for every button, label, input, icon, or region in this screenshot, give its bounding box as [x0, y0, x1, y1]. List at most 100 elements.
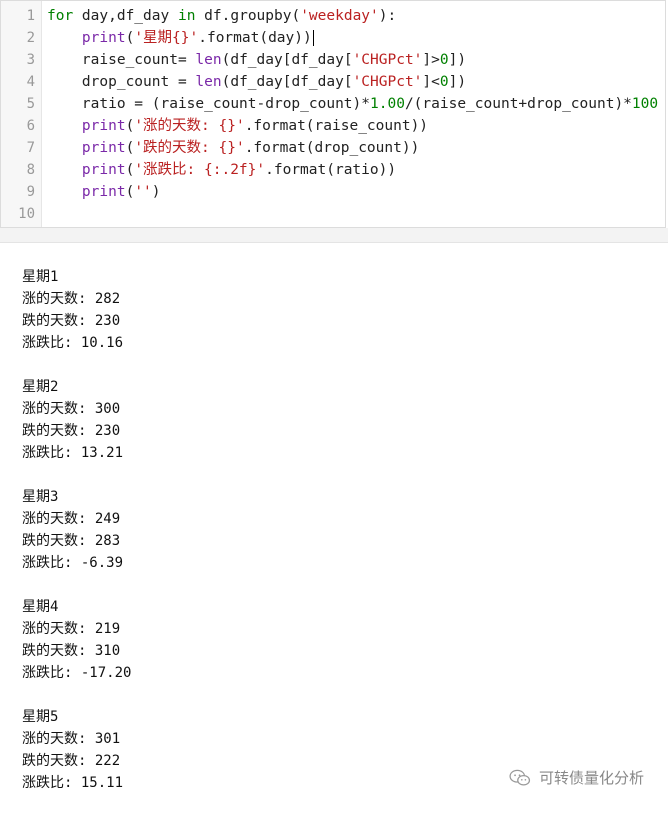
- code-line[interactable]: raise_count= len(df_day[df_day['CHGPct']…: [47, 49, 665, 71]
- watermark-text: 可转债量化分析: [538, 769, 644, 787]
- line-number: 10: [18, 206, 35, 222]
- code-token: for: [47, 8, 74, 24]
- code-line[interactable]: [47, 203, 665, 225]
- line-number: 4: [26, 74, 35, 90]
- code-token: (df_day[df_day[: [221, 74, 353, 90]
- line-number: 1: [26, 8, 35, 24]
- text-cursor: [312, 30, 314, 46]
- code-token: (: [125, 118, 135, 134]
- output-line: 涨的天数: 219: [22, 621, 121, 637]
- code-token: ]>: [422, 52, 440, 68]
- code-token: drop_count =: [47, 74, 196, 90]
- code-token: ]): [448, 52, 467, 68]
- code-token: 'CHGPct': [352, 52, 423, 68]
- code-token: 0: [439, 52, 449, 68]
- code-token: .format(raise_count)): [244, 118, 429, 134]
- code-token: (: [125, 30, 135, 46]
- output-line: 涨的天数: 249: [22, 511, 121, 527]
- code-token: print: [81, 162, 126, 178]
- output-line: 星期3: [22, 489, 59, 505]
- code-token: (: [125, 184, 135, 200]
- code-token: print: [81, 184, 126, 200]
- wechat-icon: [509, 769, 531, 786]
- code-token: 'CHGPct': [352, 74, 423, 90]
- line-number: 3: [26, 52, 35, 68]
- output-group: 星期1 涨的天数: 282 跌的天数: 230 涨跌比: 10.16: [22, 266, 658, 354]
- code-token: ]): [448, 74, 467, 90]
- code-token: /(raise_count+drop_count)*: [404, 96, 632, 112]
- code-token: '涨的天数: {}': [134, 118, 245, 134]
- code-line[interactable]: ratio = (raise_count-drop_count)*1.00/(r…: [47, 93, 665, 115]
- line-number: 8: [26, 162, 35, 178]
- output-line: 星期1: [22, 269, 59, 285]
- output-line: 涨跌比: -17.20: [22, 665, 132, 681]
- output-line: 跌的天数: 230: [22, 423, 121, 439]
- code-token: (: [125, 162, 135, 178]
- code-token: 0: [439, 74, 449, 90]
- output-line: 涨跌比: -6.39: [22, 555, 124, 571]
- cell-output: 星期1 涨的天数: 282 跌的天数: 230 涨跌比: 10.16 星期2 涨的天数: …: [22, 266, 658, 816]
- code-token: (df_day[df_day[: [221, 52, 353, 68]
- code-token: df.groupby(: [195, 8, 301, 24]
- output-line: 跌的天数: 310: [22, 643, 121, 659]
- output-line: 星期5: [22, 709, 59, 725]
- code-line[interactable]: print(''): [47, 181, 665, 203]
- code-token: day,df_day: [73, 8, 178, 24]
- line-number: 2: [26, 30, 35, 46]
- code-token: (: [125, 140, 135, 156]
- code-token: ): [151, 184, 161, 200]
- output-line: 涨的天数: 301: [22, 731, 121, 747]
- output-group: 星期4 涨的天数: 219 跌的天数: 310 涨跌比: -17.20: [22, 596, 658, 684]
- code-area[interactable]: for day,df_day in df.groupby('weekday'):…: [47, 5, 665, 225]
- code-line[interactable]: print('涨的天数: {}'.format(raise_count)): [47, 115, 665, 137]
- code-line[interactable]: print('跌的天数: {}'.format(drop_count)): [47, 137, 665, 159]
- line-number-gutter: 1 2 3 4 5 6 7 8 9 10: [1, 1, 42, 227]
- code-token: len: [195, 74, 222, 90]
- code-token: print: [81, 30, 126, 46]
- output-line: 涨跌比: 10.16: [22, 335, 124, 351]
- output-line: 星期2: [22, 379, 59, 395]
- code-token: .format(day)): [198, 30, 312, 46]
- code-line[interactable]: for day,df_day in df.groupby('weekday'):: [47, 5, 665, 27]
- code-token: ]<: [422, 74, 440, 90]
- code-token: '星期{}': [134, 30, 199, 46]
- output-group: 星期2 涨的天数: 300 跌的天数: 230 涨跌比: 13.21: [22, 376, 658, 464]
- line-number: 5: [26, 96, 35, 112]
- watermark: 可转债量化分析: [509, 767, 644, 788]
- code-editor[interactable]: 1 2 3 4 5 6 7 8 9 10 for day,df_day in df.groupby…: [0, 0, 666, 228]
- output-line: 涨跌比: 13.21: [22, 445, 124, 461]
- output-line: 星期4: [22, 599, 59, 615]
- output-group: 星期3 涨的天数: 249 跌的天数: 283 涨跌比: -6.39: [22, 486, 658, 574]
- code-line[interactable]: print('涨跌比: {:.2f}'.format(ratio)): [47, 159, 665, 181]
- code-token: 1.00: [370, 96, 405, 112]
- code-token: raise_count=: [47, 52, 196, 68]
- code-token: '跌的天数: {}': [134, 140, 245, 156]
- output-line: 跌的天数: 230: [22, 313, 121, 329]
- code-token: 'weekday': [300, 8, 379, 24]
- output-divider: [0, 228, 668, 243]
- output-line: 跌的天数: 283: [22, 533, 121, 549]
- code-token: ratio = (raise_count-drop_count)*: [47, 96, 371, 112]
- code-line[interactable]: print('星期{}'.format(day)): [47, 27, 665, 49]
- code-token: in: [177, 8, 196, 24]
- code-token: '': [134, 184, 152, 200]
- code-token: 100: [631, 96, 659, 112]
- code-token: '涨跌比: {:.2f}': [134, 162, 266, 178]
- output-line: 涨的天数: 282: [22, 291, 121, 307]
- line-number: 6: [26, 118, 35, 134]
- line-number: 7: [26, 140, 35, 156]
- code-token: print: [81, 118, 126, 134]
- code-token: ):: [378, 8, 397, 24]
- output-line: 涨的天数: 300: [22, 401, 121, 417]
- code-token: len: [195, 52, 222, 68]
- line-number: 9: [26, 184, 35, 200]
- code-token: .format(ratio)): [265, 162, 397, 178]
- code-token: print: [81, 140, 126, 156]
- code-token: .format(drop_count)): [244, 140, 420, 156]
- code-line[interactable]: drop_count = len(df_day[df_day['CHGPct']…: [47, 71, 665, 93]
